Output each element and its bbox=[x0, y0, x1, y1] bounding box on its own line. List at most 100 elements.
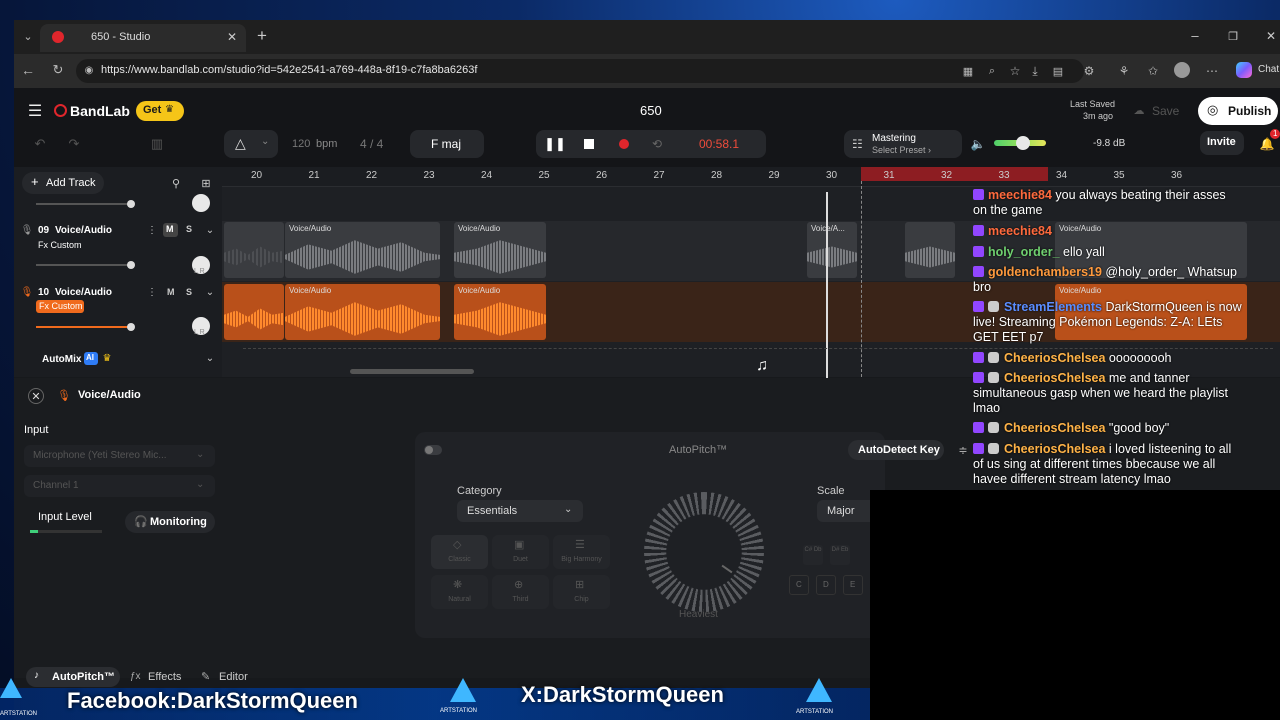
autodetect-key-button[interactable]: AutoDetect Key bbox=[848, 440, 944, 460]
add-music-icon[interactable]: ♫ bbox=[752, 356, 772, 376]
close-panel-icon[interactable]: ✕ bbox=[28, 388, 44, 404]
channel-select[interactable]: Channel 1 ⌄ bbox=[24, 475, 215, 497]
tab-list-chevron-icon[interactable]: ⌄ bbox=[20, 28, 36, 44]
hamburger-menu-icon[interactable]: ☰ bbox=[26, 102, 44, 120]
track10-clip[interactable]: Voice/Audio bbox=[285, 284, 440, 340]
reading-icon[interactable]: ▤ bbox=[1050, 63, 1066, 79]
preset-third[interactable]: ⊕ Third bbox=[492, 575, 549, 609]
automix-label[interactable]: AutoMix bbox=[42, 354, 81, 365]
preset-big-harmony[interactable]: ☰ Big Harmony bbox=[553, 535, 610, 569]
key-button-c[interactable]: C bbox=[789, 575, 809, 595]
chat-username[interactable]: CheeriosChelsea bbox=[1004, 421, 1105, 435]
chat-username[interactable]: StreamElements bbox=[1004, 300, 1102, 314]
grid-snap-icon[interactable]: ⊞ bbox=[198, 175, 214, 191]
metronome-button[interactable]: △ ⌄ bbox=[224, 130, 278, 158]
speaker-icon[interactable]: 🔈 bbox=[970, 136, 986, 152]
track9-clip[interactable]: Voice/Audio bbox=[454, 222, 546, 278]
track9-expand-chevron-icon[interactable]: ⌄ bbox=[204, 224, 216, 236]
close-tab-icon[interactable]: ✕ bbox=[225, 30, 239, 44]
track8-pan-knob[interactable] bbox=[192, 194, 210, 212]
horizontal-scrollbar[interactable] bbox=[350, 369, 474, 374]
track10-volume-slider[interactable] bbox=[36, 323, 135, 331]
invite-button[interactable]: Invite bbox=[1200, 131, 1244, 155]
track8-volume-slider[interactable] bbox=[36, 200, 135, 208]
close-window-icon[interactable]: ✕ bbox=[1264, 29, 1278, 43]
collections-icon[interactable]: ✩ bbox=[1145, 63, 1161, 79]
key-button-d[interactable]: D bbox=[816, 575, 836, 595]
category-select[interactable]: Essentials ⌄ bbox=[457, 500, 583, 522]
track10-mute-button[interactable]: M bbox=[167, 287, 175, 297]
scale-select[interactable]: Major bbox=[817, 500, 870, 522]
reload-icon[interactable]: ↻ bbox=[50, 62, 66, 78]
sharp-key-button[interactable]: C# Db bbox=[803, 545, 823, 565]
monitoring-button[interactable]: 🎧 Monitoring bbox=[125, 511, 215, 533]
track10-clip[interactable] bbox=[224, 284, 284, 340]
sharp-key-button[interactable]: D# Eb bbox=[830, 545, 850, 565]
track9-clip[interactable] bbox=[224, 222, 284, 278]
extensions-group-icon[interactable]: ▦ bbox=[960, 63, 976, 79]
favorite-star-icon[interactable]: ☆ bbox=[1007, 63, 1023, 79]
track9-clip[interactable] bbox=[905, 222, 955, 278]
track10-fx-badge[interactable]: Fx Custom bbox=[36, 300, 84, 313]
track9-volume-slider[interactable] bbox=[36, 261, 135, 269]
track9-clip[interactable]: Voice/Audio bbox=[285, 222, 440, 278]
site-info-icon[interactable]: ◉ bbox=[82, 63, 96, 77]
copilot-icon[interactable] bbox=[1236, 62, 1252, 78]
tab-effects[interactable]: Effects bbox=[148, 671, 181, 683]
chat-username[interactable]: CheeriosChelsea bbox=[1004, 371, 1105, 385]
chat-username[interactable]: meechie84 bbox=[988, 188, 1052, 202]
preset-natural[interactable]: ❋ Natural bbox=[431, 575, 488, 609]
maximize-icon[interactable]: ❐ bbox=[1226, 29, 1240, 43]
track10-name[interactable]: Voice/Audio bbox=[55, 287, 112, 298]
zoom-icon[interactable]: ⌕ bbox=[984, 63, 1000, 79]
publish-button[interactable]: ◎ Publish bbox=[1198, 97, 1278, 125]
tuning-fork-icon[interactable]: ⚲ bbox=[168, 175, 184, 191]
more-menu-icon[interactable]: ⋯ bbox=[1204, 63, 1220, 79]
microphone-select[interactable]: Microphone (Yeti Stereo Mic... ⌄ bbox=[24, 445, 215, 467]
chat-username[interactable]: CheeriosChelsea bbox=[1004, 442, 1105, 456]
master-volume-slider[interactable] bbox=[994, 136, 1046, 150]
key-button-e[interactable]: E bbox=[843, 575, 863, 595]
time-signature[interactable]: 4 / 4 bbox=[360, 137, 383, 151]
preset-duet[interactable]: ▣ Duet bbox=[492, 535, 549, 569]
loop-icon[interactable]: ⟲ bbox=[649, 136, 665, 152]
tab-editor[interactable]: Editor bbox=[219, 671, 248, 683]
extension-icon[interactable]: ⚙ bbox=[1081, 63, 1097, 79]
bpm-value[interactable]: 120 bbox=[292, 138, 310, 150]
track9-mute-button[interactable]: M bbox=[163, 223, 178, 237]
autopitch-toggle[interactable] bbox=[424, 445, 442, 455]
pitch-knob[interactable] bbox=[644, 492, 764, 612]
get-membership-button[interactable]: Get ♛ bbox=[136, 101, 184, 121]
automix-chevron-icon[interactable]: ⌄ bbox=[204, 352, 216, 364]
master-volume-knob[interactable] bbox=[1016, 136, 1030, 150]
redo-icon[interactable]: ↷ bbox=[66, 136, 82, 152]
save-button[interactable]: Save bbox=[1152, 104, 1179, 118]
extension-two-icon[interactable]: ⚘ bbox=[1116, 63, 1132, 79]
add-track-button[interactable]: + Add Track bbox=[22, 172, 104, 194]
chat-username[interactable]: holy_order_ bbox=[988, 245, 1060, 259]
profile-avatar[interactable] bbox=[1174, 62, 1190, 78]
track10-more-icon[interactable]: ⋮ bbox=[147, 286, 157, 298]
chat-username[interactable]: goldenchambers19 bbox=[988, 265, 1102, 279]
piano-keys-icon[interactable]: ▥ bbox=[146, 133, 168, 155]
undo-icon[interactable]: ↶ bbox=[32, 136, 48, 152]
key-selector[interactable]: F maj bbox=[410, 130, 484, 158]
download-icon[interactable]: ⤓ bbox=[1027, 63, 1043, 79]
project-title[interactable]: 650 bbox=[640, 103, 662, 118]
track9-clip[interactable]: Voice/A... bbox=[807, 222, 857, 278]
track10-solo-button[interactable]: S bbox=[186, 287, 192, 297]
track9-solo-button[interactable]: S bbox=[186, 224, 192, 234]
preset-chip[interactable]: ⊞ Chip bbox=[553, 575, 610, 609]
track9-fx-badge[interactable]: Fx Custom bbox=[38, 240, 82, 250]
autopitch-settings-icon[interactable]: ≑ bbox=[956, 443, 970, 457]
track10-clip[interactable]: Voice/Audio bbox=[454, 284, 546, 340]
pause-icon[interactable]: ❚❚ bbox=[544, 136, 566, 152]
chat-username[interactable]: CheeriosChelsea bbox=[1004, 351, 1105, 365]
minimize-icon[interactable]: – bbox=[1188, 28, 1202, 43]
record-icon[interactable] bbox=[619, 139, 629, 149]
track9-more-icon[interactable]: ⋮ bbox=[147, 224, 157, 236]
new-tab-icon[interactable]: + bbox=[254, 26, 270, 45]
stop-icon[interactable] bbox=[584, 139, 594, 149]
preset-classic[interactable]: ◇ Classic bbox=[431, 535, 488, 569]
chat-username[interactable]: meechie84 bbox=[988, 224, 1052, 238]
